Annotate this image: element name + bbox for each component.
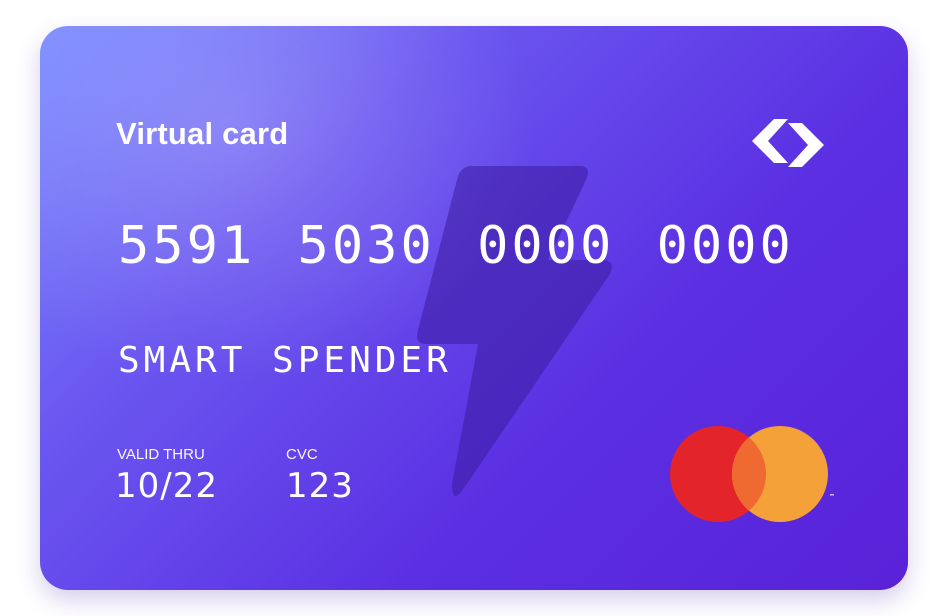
card-holder-name: SMART SPENDER	[118, 340, 452, 381]
card-number: 5591 5030 0000 0000	[118, 216, 794, 276]
cvc-label: CVC	[286, 446, 318, 463]
card-sheen	[40, 26, 540, 386]
page: Virtual card 5591 5030 0000 0000 SMART S…	[0, 0, 948, 616]
card-type-label: Virtual card	[116, 116, 289, 151]
mastercard-logo-icon	[670, 426, 834, 522]
virtual-card: Virtual card 5591 5030 0000 0000 SMART S…	[40, 26, 908, 590]
valid-thru-label: VALID THRU	[117, 446, 205, 463]
valid-thru-value: 10/22	[115, 466, 218, 506]
cvc-value: 123	[286, 466, 354, 506]
chevrons-logo-icon	[752, 119, 824, 167]
